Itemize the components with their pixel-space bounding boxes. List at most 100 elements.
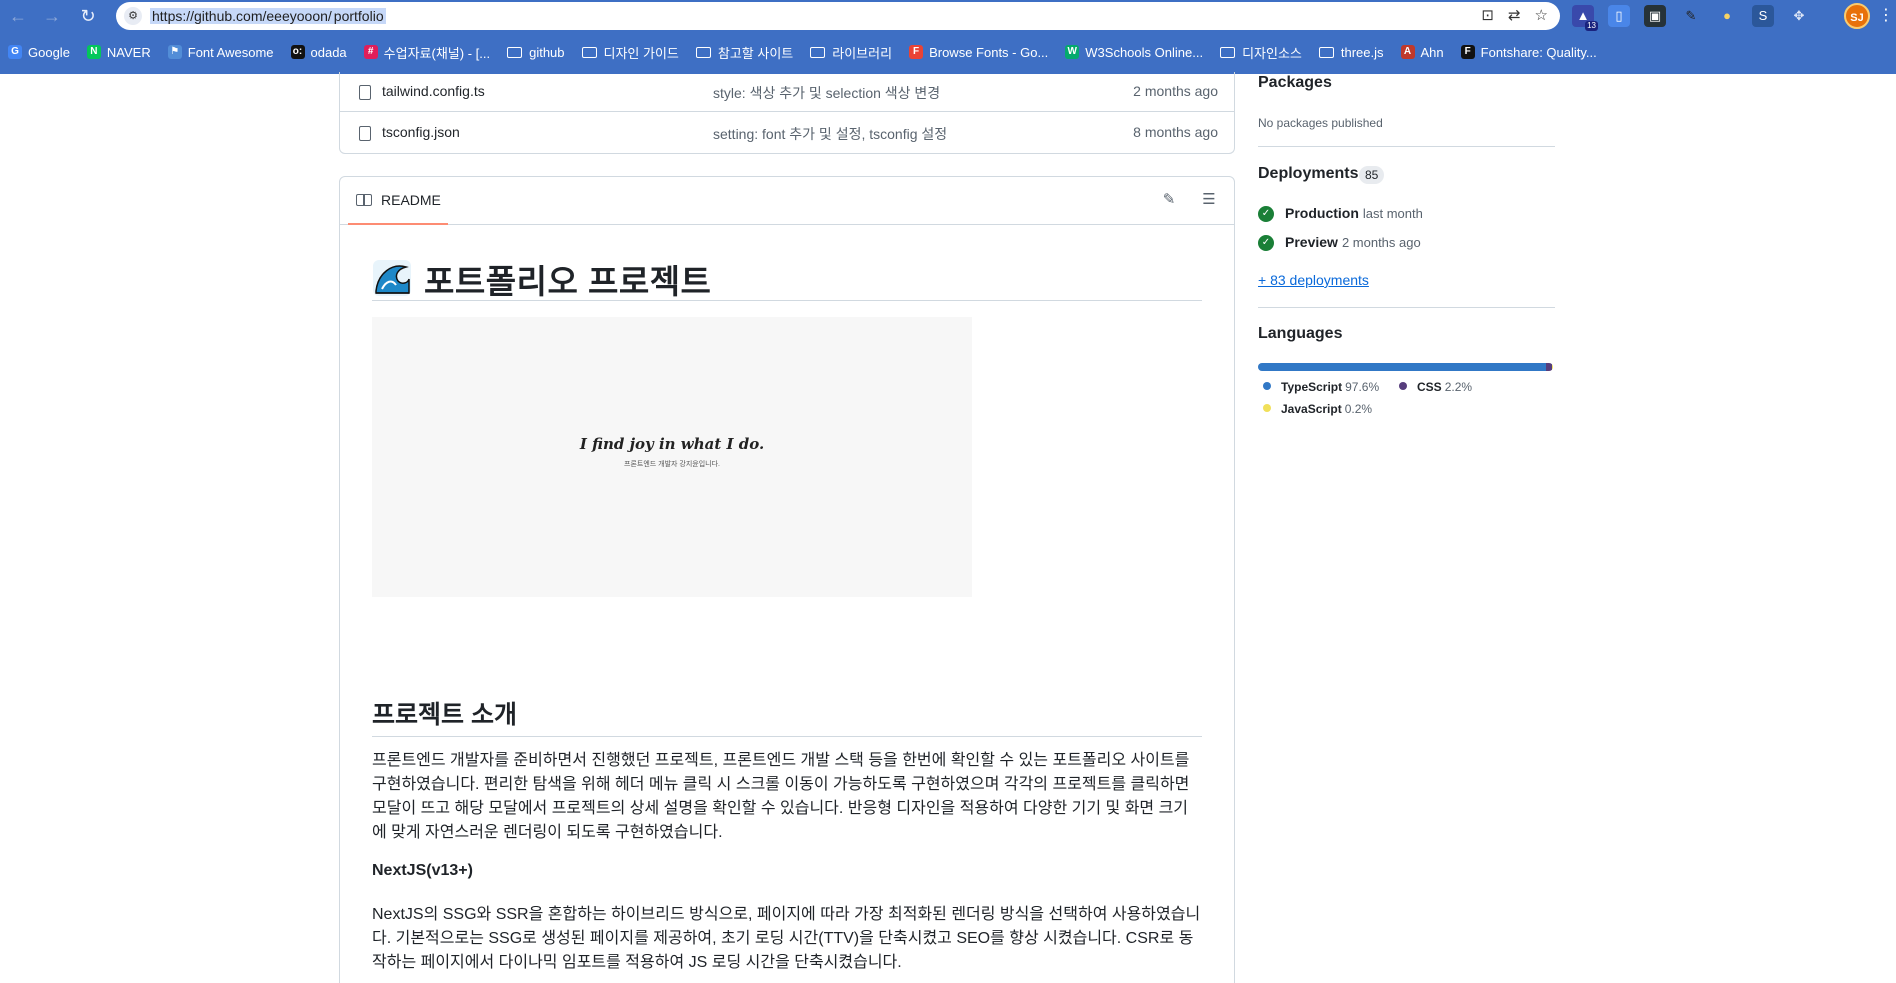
pencil-icon[interactable]: ✎ bbox=[1160, 191, 1178, 209]
reload-icon[interactable]: ↻ bbox=[76, 4, 100, 28]
language-item-typescript[interactable]: TypeScript 97.6% bbox=[1263, 380, 1379, 398]
section-heading-text: 프로젝트 소개 bbox=[372, 701, 517, 729]
commit-message-link[interactable]: style: 색상 추가 및 selection 색상 변경 bbox=[713, 83, 940, 103]
preview-title: I find joy in what I do. bbox=[579, 435, 765, 453]
file-icon bbox=[359, 126, 371, 141]
google-icon: G bbox=[8, 45, 22, 59]
folder-icon bbox=[581, 46, 597, 58]
url-text[interactable]: https://github.com/eeeyooon/portfolio bbox=[150, 6, 386, 26]
folder-icon bbox=[695, 46, 711, 58]
extension-badge: 13 bbox=[1585, 21, 1598, 31]
bookmark-item[interactable]: 라이브러리 bbox=[810, 40, 892, 64]
commit-message-link[interactable]: setting: font 추가 및 설정, tsconfig 설정 bbox=[713, 124, 947, 144]
bookmark-label: 라이브러리 bbox=[832, 45, 893, 61]
bookmark-item[interactable]: A Ahn bbox=[1400, 40, 1444, 64]
packages-empty-text: No packages published bbox=[1258, 116, 1383, 130]
document-extension-icon[interactable]: ▯ bbox=[1608, 5, 1630, 27]
language-dot bbox=[1263, 382, 1271, 390]
monitor-extension-icon[interactable]: ▣ bbox=[1644, 5, 1666, 27]
bookmark-item[interactable]: 참고할 사이트 bbox=[695, 40, 793, 64]
file-icon bbox=[359, 85, 371, 100]
packages-heading[interactable]: Packages bbox=[1258, 74, 1332, 92]
more-deployments-link[interactable]: + 83 deployments bbox=[1258, 272, 1369, 288]
languages-bar bbox=[1258, 363, 1553, 371]
language-bar-segment bbox=[1552, 363, 1553, 371]
ahn-icon: A bbox=[1400, 45, 1415, 59]
bookmark-item[interactable]: 디자인소스 bbox=[1220, 40, 1302, 64]
bookmark-item[interactable]: three.js bbox=[1318, 40, 1384, 64]
readme-tab-label: README bbox=[381, 192, 441, 208]
bookmark-item[interactable]: github bbox=[507, 40, 565, 64]
install-app-icon[interactable]: ⊡ bbox=[1481, 6, 1494, 26]
bookmark-star-icon[interactable]: ☆ bbox=[1535, 6, 1548, 26]
portfolio-preview-image: I find joy in what I do. 프론트엔드 개발자 강지윤입니… bbox=[372, 317, 972, 597]
circle-extension-icon[interactable]: ● bbox=[1716, 5, 1738, 27]
file-name-link[interactable]: tailwind.config.ts bbox=[382, 83, 485, 99]
file-name-link[interactable]: tsconfig.json bbox=[382, 124, 460, 140]
translate-icon[interactable]: ⇄ bbox=[1508, 6, 1521, 26]
bookmark-item[interactable]: 디자인 가이드 bbox=[581, 40, 679, 64]
list-icon[interactable]: ☰ bbox=[1200, 191, 1218, 209]
bookmark-item[interactable]: F Browse Fonts - Go... bbox=[909, 40, 1048, 64]
fontshare-icon: F bbox=[1460, 45, 1475, 59]
browser-toolbar: ← → ↻ ⚙ https://github.com/eeeyooon/port… bbox=[0, 0, 1896, 32]
url-repo: portfolio bbox=[332, 8, 385, 24]
browser-menu-icon[interactable]: ⋮ bbox=[1878, 4, 1894, 28]
readme-header: README ✎ ☰ bbox=[340, 177, 1234, 225]
preview-subtitle: 프론트엔드 개발자 강지윤입니다. bbox=[624, 461, 720, 468]
bookmark-label: Font Awesome bbox=[187, 44, 274, 60]
puzzle-extensions-icon[interactable]: ✥ bbox=[1788, 5, 1810, 27]
google-fonts-icon: F bbox=[909, 45, 924, 59]
commit-date: 8 months ago bbox=[1133, 124, 1218, 140]
address-bar[interactable]: ⚙ https://github.com/eeeyooon/portfolio … bbox=[116, 2, 1560, 30]
bookmark-item[interactable]: W W3Schools Online... bbox=[1065, 40, 1203, 64]
deployments-heading[interactable]: Deployments bbox=[1258, 165, 1358, 183]
profile-avatar[interactable]: SJ bbox=[1844, 3, 1870, 29]
bookmark-item[interactable]: G Google bbox=[8, 40, 70, 64]
site-info-icon[interactable]: ⚙ bbox=[124, 7, 142, 25]
deployment-time: 2 months ago bbox=[1341, 235, 1421, 250]
extensions-area: ▲ 13 ▯ ▣ ✎ ● S ✥ bbox=[1572, 4, 1810, 31]
bookmark-item[interactable]: o: odada bbox=[290, 40, 347, 64]
deployment-name[interactable]: Production bbox=[1285, 205, 1359, 221]
folder-icon bbox=[810, 46, 826, 58]
back-arrow-icon[interactable]: ← bbox=[6, 4, 30, 28]
slack-icon: # bbox=[363, 45, 378, 59]
bookmark-item[interactable]: ⚑ Font Awesome bbox=[167, 40, 274, 64]
deployments-count-badge: 85 bbox=[1359, 166, 1385, 184]
table-row[interactable]: tailwind.config.ts style: 색상 추가 및 select… bbox=[340, 72, 1234, 112]
graduation-cap-icon[interactable]: ▲ 13 bbox=[1572, 5, 1598, 31]
s-extension-icon[interactable]: S bbox=[1752, 5, 1774, 27]
check-circle-icon: ✓ bbox=[1258, 206, 1274, 222]
language-dot bbox=[1399, 382, 1407, 390]
language-name: TypeScript bbox=[1281, 380, 1343, 394]
bookmark-label: Google bbox=[28, 44, 70, 60]
tab-readme[interactable]: README bbox=[348, 177, 448, 225]
readme-panel: README ✎ ☰ 포트폴리오 프로젝트 I find joy in what… bbox=[339, 176, 1235, 983]
bookmark-label: Ahn bbox=[1420, 44, 1444, 60]
section-heading: 프로젝트 소개 bbox=[372, 695, 1202, 737]
odada-icon: o: bbox=[290, 45, 305, 59]
folder-icon bbox=[507, 46, 523, 58]
bookmark-item[interactable]: F Fontshare: Quality... bbox=[1460, 40, 1597, 64]
deployment-name[interactable]: Preview bbox=[1285, 234, 1338, 250]
readme-title: 포트폴리오 프로젝트 bbox=[372, 251, 1202, 301]
language-name: JavaScript bbox=[1281, 402, 1342, 416]
bookmark-item[interactable]: N NAVER bbox=[86, 40, 151, 64]
bookmark-label: Fontshare: Quality... bbox=[1480, 44, 1597, 60]
language-item-javascript[interactable]: JavaScript 0.2% bbox=[1263, 402, 1372, 420]
bookmark-item[interactable]: # 수업자료(채널) - [... bbox=[363, 40, 491, 64]
forward-arrow-icon[interactable]: → bbox=[40, 4, 64, 28]
language-item-css[interactable]: CSS 2.2% bbox=[1399, 380, 1472, 398]
bookmark-label: 수업자료(채널) - [... bbox=[383, 45, 491, 61]
bookmark-label: github bbox=[529, 44, 565, 60]
bookmarks-bar: G Google N NAVER ⚑ Font Awesome o: odada # 수업자료(채… bbox=[0, 40, 1896, 64]
omnibox-actions: ⊡ ⇄ ☆ bbox=[1481, 6, 1548, 26]
deployment-time: last month bbox=[1362, 206, 1423, 221]
naver-icon: N bbox=[86, 45, 101, 59]
nextjs-paragraph: NextJS의 SSG와 SSR을 혼합하는 하이브리드 방식으로, 페이지에 … bbox=[372, 906, 1201, 971]
table-row[interactable]: tsconfig.json setting: font 추가 및 설정, tsc… bbox=[340, 113, 1234, 153]
url-prefix: https://github.com/eeeyooon/ bbox=[151, 8, 333, 24]
eyedropper-icon[interactable]: ✎ bbox=[1680, 5, 1702, 27]
bookmark-label: odada bbox=[310, 44, 347, 60]
